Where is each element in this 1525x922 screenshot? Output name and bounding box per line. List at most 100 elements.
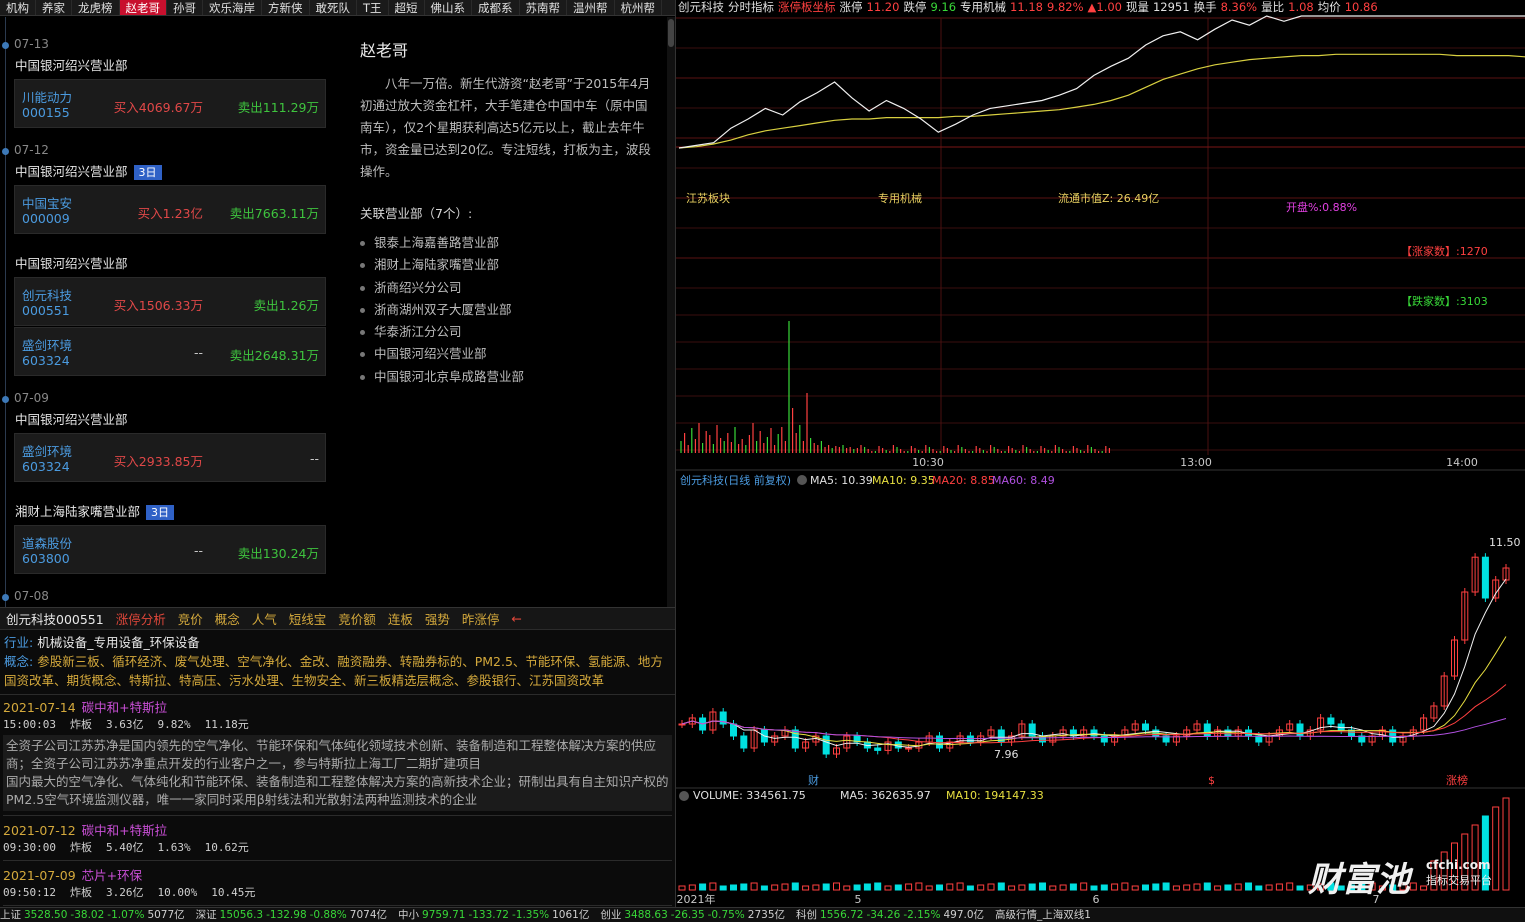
volume-bar [791, 882, 799, 891]
index-0[interactable]: 上证 3528.50 -38.02 -1.07% 5077亿 [0, 909, 188, 921]
stock-card[interactable]: 川能动力 000155 买入4069.67万 卖出111.29万 [14, 79, 326, 128]
stock-card[interactable]: 盛剑环境 603324 买入2933.85万 -- [14, 433, 326, 482]
tab-1[interactable]: 养家 [36, 0, 72, 15]
tab-8[interactable]: T王 [357, 0, 389, 15]
analysis-tab-8[interactable]: 昨涨停 [456, 609, 506, 628]
region-label: 江苏板块 [686, 191, 730, 205]
marker-dollar: $ [1208, 774, 1215, 787]
event-amount: 3.26亿 [105, 886, 144, 899]
tab-12[interactable]: 苏南帮 [520, 0, 568, 15]
index-3[interactable]: 创业 3488.63 -26.35 -0.75% 2735亿 [600, 909, 788, 921]
volume-bar [822, 883, 830, 891]
tab-11[interactable]: 成都系 [472, 0, 520, 15]
record-branch[interactable]: 中国银河绍兴营业部 [15, 253, 128, 272]
tab-13[interactable]: 温州帮 [567, 0, 615, 15]
event-divider [3, 905, 672, 906]
stock-card[interactable]: 道森股份 603800 -- 卖出130.24万 [14, 525, 326, 574]
volume-bar [977, 884, 985, 891]
back-arrow-icon[interactable]: ← [505, 611, 527, 626]
timeline-dot [2, 42, 9, 49]
event-header: 2021-07-12 碳中和+特斯拉 [3, 822, 672, 840]
volume-bar [1090, 885, 1098, 891]
analysis-tab-3[interactable]: 人气 [246, 609, 283, 628]
record-date: 07-12 [14, 143, 49, 157]
analysis-tab-4[interactable]: 短线宝 [283, 609, 333, 628]
branch-item[interactable]: 银泰上海嘉善路营业部 [360, 232, 524, 254]
branch-item[interactable]: 中国银河北京阜成路营业部 [360, 366, 524, 388]
stock-name[interactable]: 川能动力 [22, 87, 72, 106]
volume-bar [1296, 885, 1304, 891]
sell-amount: 卖出7663.11万 [229, 206, 319, 221]
bullet-icon [360, 285, 365, 291]
volume-bar [1152, 883, 1160, 891]
branch-item[interactable]: 浙商绍兴分公司 [360, 277, 524, 299]
volume-bar [1100, 884, 1108, 891]
avg-price-line [678, 53, 1525, 149]
industry-label: 专用机械 [878, 191, 922, 205]
event-item: 2021-07-14 碳中和+特斯拉 15:00:03 炸板 3.63亿 9.82% 11.… [0, 695, 675, 818]
branch-item[interactable]: 浙商湖州双子大厦营业部 [360, 299, 524, 321]
analysis-tab-5[interactable]: 竞价额 [332, 609, 382, 628]
scroll-thumb[interactable] [668, 19, 674, 47]
branch-item[interactable]: 中国银河绍兴营业部 [360, 343, 524, 365]
stock-name[interactable]: 道森股份 [22, 533, 72, 552]
tab-4[interactable]: 孙哥 [167, 0, 203, 15]
branch-item-label: 湘财上海陆家嘴营业部 [374, 257, 500, 273]
watermark-brand: 财富池 [1308, 860, 1410, 900]
timeline-dot [2, 148, 9, 155]
record-branch[interactable]: 中国银河绍兴营业部 [15, 409, 128, 428]
event-description: 全资子公司江苏苏净是国内领先的空气净化、节能环保和气体纯化领域技术创新、装备制造… [3, 735, 672, 811]
volume-bar [874, 882, 882, 891]
record-branch[interactable]: 湘财上海陆家嘴营业部 3日 [15, 501, 175, 520]
volume-bar [719, 885, 727, 891]
volume-bar [1111, 883, 1119, 891]
tab-9[interactable]: 超短 [389, 0, 425, 15]
event-reason: 碳中和+特斯拉 [81, 823, 168, 838]
stock-name[interactable]: 创元科技 [22, 285, 72, 304]
volume-bar [1069, 883, 1077, 891]
volume-bar [956, 882, 964, 891]
volume-bar [853, 884, 861, 891]
volume-bar [740, 883, 748, 891]
branch-item[interactable]: 华泰浙江分公司 [360, 321, 524, 343]
analysis-tab-0[interactable]: 涨停分析 [110, 609, 172, 628]
stock-card[interactable]: 盛剑环境 603324 -- 卖出2648.31万 [14, 327, 326, 376]
records-scrollbar[interactable] [667, 17, 675, 607]
tab-7[interactable]: 敢死队 [310, 0, 357, 15]
analysis-tab-1[interactable]: 竞价 [172, 609, 209, 628]
index-1[interactable]: 深证 15056.3 -132.98 -0.88% 7074亿 [196, 909, 390, 921]
tab-5[interactable]: 欢乐海岸 [203, 0, 262, 15]
tab-6[interactable]: 方新侠 [262, 0, 310, 15]
stock-card[interactable]: 中国宝安 000009 买入1.23亿 卖出7663.11万 [14, 185, 326, 234]
index-pct: -2.15% [903, 909, 941, 921]
branch-item[interactable]: 湘财上海陆家嘴营业部 [360, 254, 524, 276]
index-4[interactable]: 科创 1556.72 -34.26 -2.15% 497.0亿 [796, 909, 987, 921]
tab-2[interactable]: 龙虎榜 [72, 0, 120, 15]
record-branch[interactable]: 中国银河绍兴营业部 3日 [15, 161, 162, 180]
event-date: 2021-07-09 [3, 868, 76, 883]
tab-0[interactable]: 机构 [0, 0, 36, 15]
volume-bar [750, 882, 758, 891]
event-header: 2021-07-14 碳中和+特斯拉 [3, 699, 672, 717]
analysis-tab-7[interactable]: 强势 [419, 609, 456, 628]
index-change: -132.98 [266, 909, 307, 921]
tab-14[interactable]: 杭州帮 [615, 0, 663, 15]
tab-10[interactable]: 佛山系 [425, 0, 473, 15]
analysis-tab-6[interactable]: 连板 [382, 609, 419, 628]
trade-records: 07-13 中国银河绍兴营业部 川能动力 000155 买入4069.67万 卖出111.… [0, 17, 340, 607]
index-value: 1556.72 [820, 909, 864, 921]
tab-3[interactable]: 赵老哥 [119, 0, 167, 15]
stock-name[interactable]: 中国宝安 [22, 193, 72, 212]
stock-card[interactable]: 创元科技 000551 买入1506.33万 卖出1.26万 [14, 277, 326, 326]
stock-name[interactable]: 盛剑环境 [22, 441, 72, 460]
sell-amount: 卖出2648.31万 [229, 348, 319, 363]
index-2[interactable]: 中小 9759.71 -133.72 -1.35% 1061亿 [398, 909, 592, 921]
volume-bar [1039, 882, 1046, 891]
volume-bar [1265, 884, 1273, 891]
record-branch[interactable]: 中国银河绍兴营业部 [15, 55, 128, 74]
volume-bar [936, 884, 943, 891]
market-feed-label: 高级行情_上海双线1 [995, 909, 1091, 921]
stock-name[interactable]: 盛剑环境 [22, 335, 72, 354]
index-change: -133.72 [468, 909, 509, 921]
analysis-tab-2[interactable]: 概念 [209, 609, 246, 628]
